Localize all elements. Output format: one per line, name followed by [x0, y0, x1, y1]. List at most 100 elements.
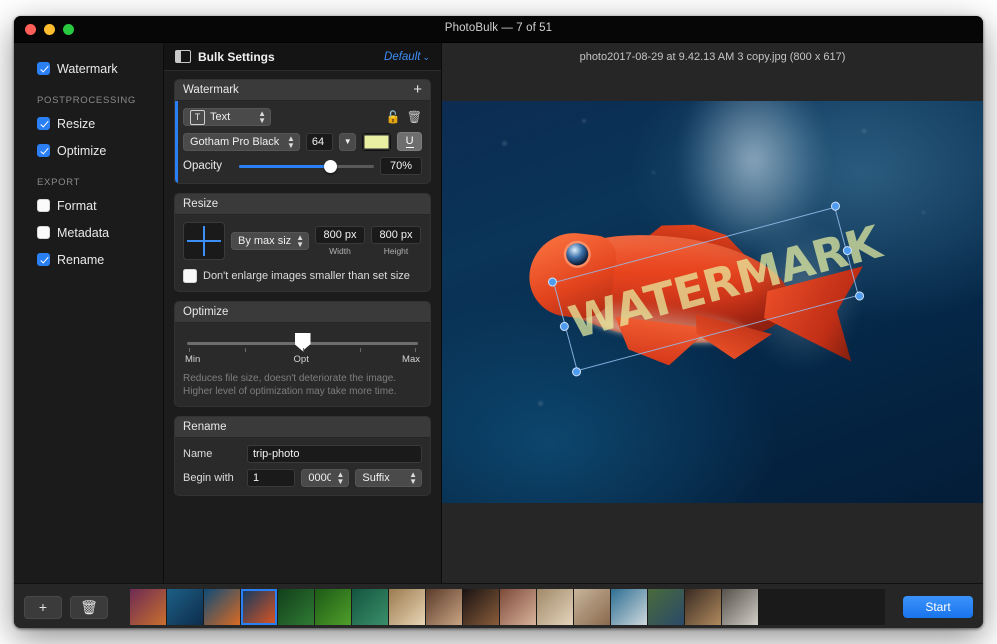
optimize-checkbox[interactable]	[37, 144, 50, 157]
filmstrip-thumbnail[interactable]	[130, 589, 166, 625]
panel-title: Rename	[183, 421, 422, 433]
sidebar-item-label: Metadata	[57, 226, 109, 240]
resize-mode-select[interactable]: By max size ▲▼	[231, 232, 309, 250]
window-title: PhotoBulk — 7 of 51	[14, 22, 983, 34]
resize-height-field[interactable]: 800 px	[371, 226, 421, 244]
optimize-note-line2: Higher level of optimization may take mo…	[183, 385, 422, 398]
filmstrip-thumbnail[interactable]	[685, 589, 721, 625]
filmstrip-thumbnail[interactable]	[241, 589, 277, 625]
filmstrip-thumbnail[interactable]	[167, 589, 203, 625]
preview-filename: photo2017-08-29 at 9.42.13 AM 3 copy.jpg…	[442, 43, 983, 70]
preview-image[interactable]: WATERMARK	[442, 101, 983, 503]
dont-enlarge-row[interactable]: Don't enlarge images smaller than set si…	[183, 269, 422, 283]
optimize-max-label: Max	[402, 354, 420, 365]
trash-icon[interactable]: 🗑	[407, 110, 422, 124]
rename-begin-row: Begin with 1 0000 ▲▼ Suffix	[183, 469, 422, 487]
remove-files-button[interactable]: 🗑	[70, 596, 108, 619]
sidebar-toggle-icon[interactable]	[175, 50, 191, 63]
resize-checkbox[interactable]	[37, 117, 50, 130]
panel-title: Watermark	[183, 84, 413, 96]
watermark-panel-body: T Text ▲▼ 🔓 🗑 Gotham Pro Black	[175, 101, 430, 183]
page-title: Bulk Settings	[198, 50, 384, 64]
optimize-panel-body: Min Opt Max Reduces file size, doesn't d…	[175, 323, 430, 406]
resize-height-group: 800 px Height	[371, 226, 421, 256]
format-checkbox[interactable]	[37, 199, 50, 212]
rename-name-field[interactable]: trip-photo	[247, 445, 422, 463]
rename-panel: Rename Name trip-photo Begin with	[174, 416, 431, 496]
rename-checkbox[interactable]	[37, 253, 50, 266]
font-size-field[interactable]: 64	[306, 133, 333, 151]
filmstrip-thumbnail[interactable]	[574, 589, 610, 625]
filmstrip-thumbnail[interactable]	[278, 589, 314, 625]
rename-name-row: Name trip-photo	[183, 445, 422, 463]
rename-pad-select[interactable]: 0000 ▲▼	[301, 469, 349, 487]
sidebar-item-optimize[interactable]: Optimize	[14, 137, 163, 164]
metadata-checkbox[interactable]	[37, 226, 50, 239]
resize-width-group: 800 px Width	[315, 226, 365, 256]
watermark-checkbox[interactable]	[37, 62, 50, 75]
chevron-down-icon: ⌄	[422, 52, 430, 62]
watermark-color-swatch[interactable]	[362, 133, 391, 151]
filmstrip-thumbnail[interactable]	[426, 589, 462, 625]
panel-title: Optimize	[183, 306, 422, 318]
sidebar-item-watermark[interactable]: Watermark	[14, 55, 163, 82]
rename-name-value: trip-photo	[253, 448, 299, 460]
rename-begin-value: 1	[253, 472, 259, 484]
rename-begin-field[interactable]: 1	[247, 469, 295, 487]
filmstrip-thumbnail[interactable]	[315, 589, 351, 625]
filmstrip-thumbnail[interactable]	[611, 589, 647, 625]
dont-enlarge-checkbox[interactable]	[183, 269, 197, 283]
chevron-updown-icon: ▲▼	[336, 471, 344, 485]
optimize-panel-header: Optimize	[175, 302, 430, 323]
filmstrip-thumbnail[interactable]	[500, 589, 536, 625]
font-size-dropdown[interactable]: ▼	[339, 133, 356, 151]
filmstrip-thumbnail[interactable]	[352, 589, 388, 625]
rename-pad-value: 0000	[308, 472, 331, 484]
sidebar-group-export: EXPORT	[14, 164, 163, 192]
panel-title: Resize	[183, 198, 422, 210]
watermark-panel: Watermark + T Text ▲▼	[174, 79, 431, 184]
chevron-updown-icon: ▲▼	[258, 110, 266, 124]
resize-width-caption: Width	[329, 246, 351, 256]
rename-position-select[interactable]: Suffix ▲▼	[355, 469, 422, 487]
opacity-value-field[interactable]: 70%	[380, 157, 422, 175]
underline-label: U	[406, 136, 414, 148]
sidebar-item-metadata[interactable]: Metadata	[14, 219, 163, 246]
sidebar-item-label: Watermark	[57, 62, 118, 76]
start-button[interactable]: Start	[903, 596, 973, 618]
optimize-tick-marks	[187, 348, 418, 354]
rename-name-label: Name	[183, 448, 241, 460]
sidebar-item-resize[interactable]: Resize	[14, 110, 163, 137]
unlock-icon[interactable]: 🔓	[386, 110, 401, 124]
sidebar-item-format[interactable]: Format	[14, 192, 163, 219]
font-family-select[interactable]: Gotham Pro Black ▲▼	[183, 133, 300, 151]
sidebar-item-label: Rename	[57, 253, 104, 267]
filmstrip-thumbnail[interactable]	[463, 589, 499, 625]
chevron-updown-icon: ▲▼	[409, 471, 417, 485]
resize-panel-body: By max size ▲▼ 800 px Width	[175, 215, 430, 291]
filmstrip-thumbnail[interactable]	[204, 589, 240, 625]
resize-controls-row: By max size ▲▼ 800 px Width	[183, 222, 422, 260]
thumbnail-filmstrip[interactable]	[130, 589, 885, 625]
opacity-slider[interactable]	[239, 158, 374, 174]
underline-button[interactable]: U	[397, 132, 422, 151]
resize-width-field[interactable]: 800 px	[315, 226, 365, 244]
optimize-slider[interactable]	[187, 342, 418, 345]
filmstrip-thumbnail[interactable]	[537, 589, 573, 625]
slider-fill	[239, 165, 331, 168]
opacity-label: Opacity	[183, 160, 233, 172]
photobulk-window: PhotoBulk — 7 of 51 Watermark POSTPROCES…	[14, 16, 983, 628]
filmstrip-thumbnail[interactable]	[722, 589, 758, 625]
add-watermark-button[interactable]: +	[413, 82, 422, 97]
watermark-type-select[interactable]: T Text ▲▼	[183, 108, 271, 126]
add-files-button[interactable]: +	[24, 596, 62, 619]
watermark-type-row: T Text ▲▼ 🔓 🗑	[183, 108, 422, 126]
filmstrip-thumbnail[interactable]	[389, 589, 425, 625]
slider-thumb[interactable]	[324, 160, 337, 173]
preset-label: Default	[384, 51, 420, 63]
preset-dropdown[interactable]: Default⌄	[384, 51, 430, 63]
selected-accent-bar	[175, 101, 178, 183]
sidebar-item-rename[interactable]: Rename	[14, 246, 163, 273]
resize-mode-value: By max size	[238, 235, 291, 247]
filmstrip-thumbnail[interactable]	[648, 589, 684, 625]
